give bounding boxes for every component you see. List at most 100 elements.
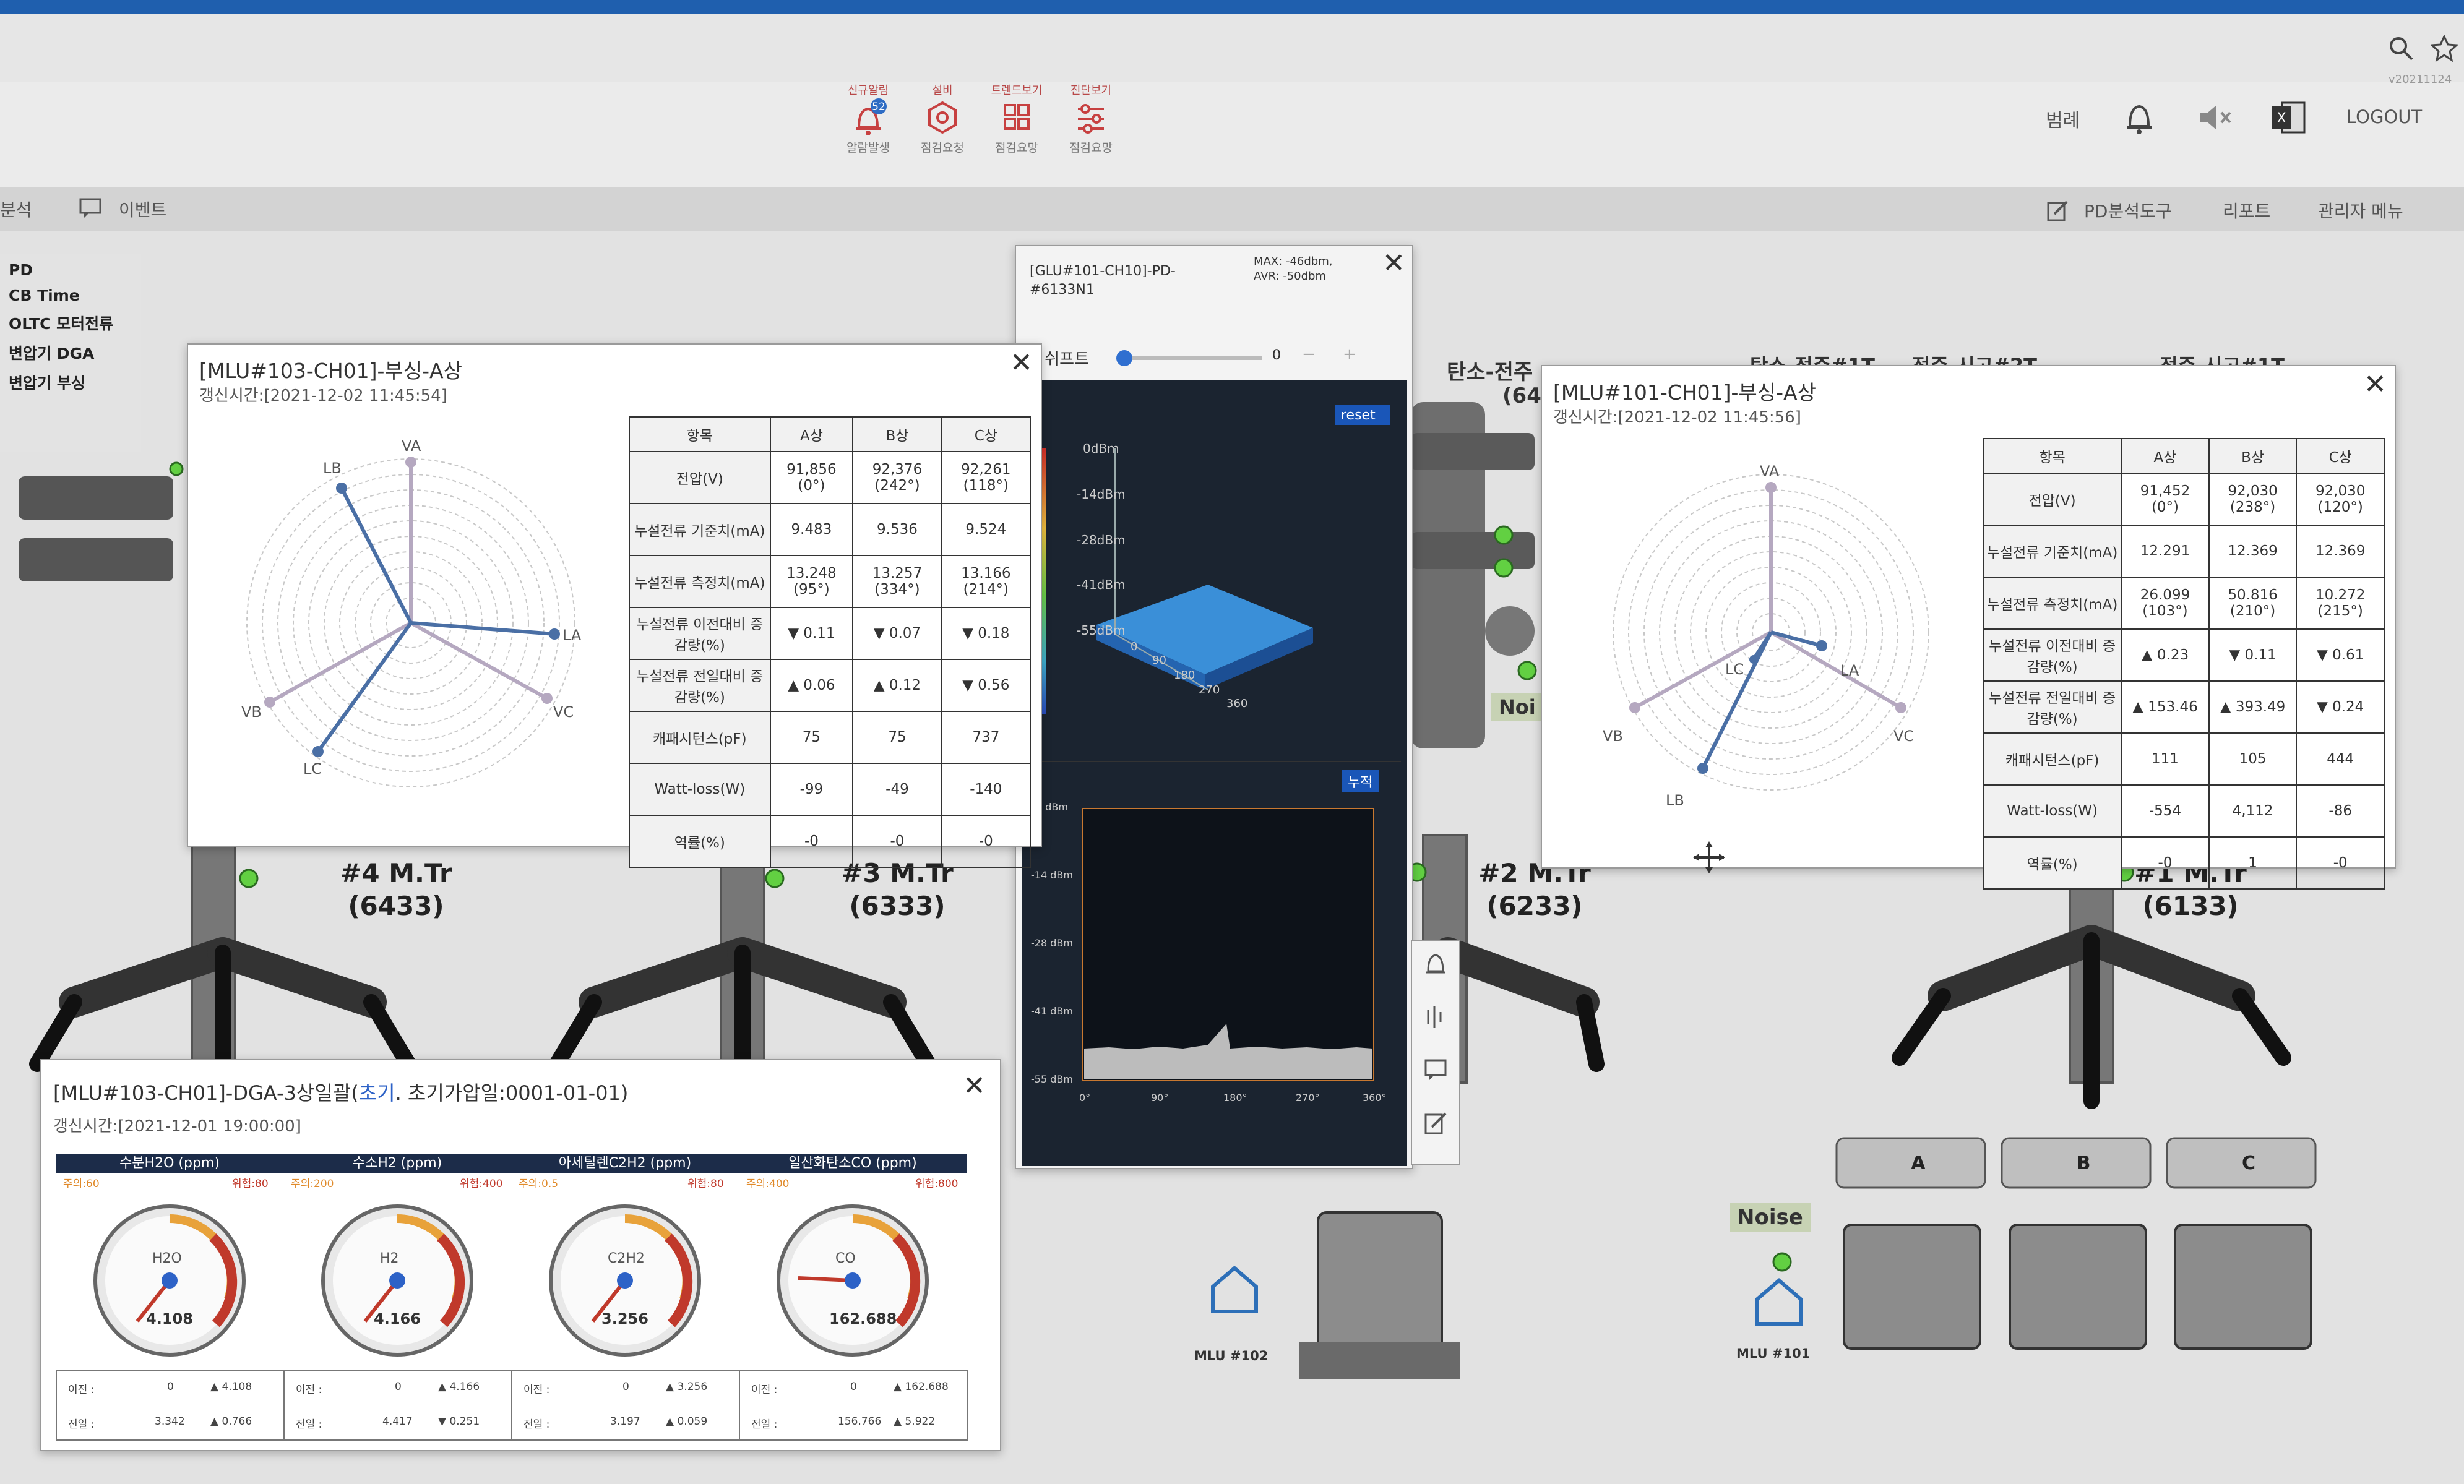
table-header: B상	[852, 416, 942, 452]
phase-b-value: ▲ 393.49	[2208, 680, 2298, 734]
gauge-danger: 위험:800	[915, 1178, 958, 1190]
phase-shift-plus-button[interactable]: +	[1343, 345, 1356, 364]
toolbar-caption: 신규알림	[847, 84, 889, 97]
table-row: 누설전류 측정치(mA) 13.248 (95°) 13.257 (334°) 13.…	[629, 555, 1032, 608]
zoom-icon[interactable]	[2387, 35, 2414, 62]
dga-close-button[interactable]: ✕	[963, 1073, 986, 1100]
phase-c-value: 92,030 (120°)	[2296, 473, 2385, 526]
row-label: 누설전류 측정치(mA)	[629, 555, 771, 608]
transformer-code: (6233)	[1486, 890, 1583, 921]
phasor-polar-chart	[246, 457, 575, 787]
polar-label-lc: LC	[1725, 661, 1744, 678]
excel-icon[interactable]: X	[2270, 99, 2308, 136]
logout-button[interactable]: LOGOUT	[2346, 106, 2422, 127]
gauge-dial	[93, 1204, 246, 1357]
notification-bell-icon[interactable]	[2121, 99, 2157, 136]
toolbar-facility[interactable]: 설비 점검요청	[905, 82, 980, 155]
pd-max-label: MAX: -46dbm,	[1254, 255, 1333, 268]
star-icon[interactable]	[2431, 35, 2458, 62]
gauge-dial	[321, 1204, 473, 1357]
table-row: 누설전류 전일대비 증감량(%) ▲ 0.06 ▲ 0.12 ▼ 0.56	[629, 659, 1032, 712]
nav-event[interactable]: 이벤트	[119, 197, 166, 221]
phase-box-b-label: B	[2076, 1152, 2091, 1174]
gauge-label: H2O	[152, 1251, 182, 1266]
phase-c-value: 13.166 (214°)	[941, 555, 1032, 608]
edit-icon	[2047, 200, 2068, 221]
signal-icon[interactable]	[1423, 1003, 1448, 1031]
bushing-data-table: 항목 A상 B상 C상 전압(V) 91,856 (0°) 92,376 (242°) 92,…	[629, 416, 1032, 868]
nav-pd-tool[interactable]: PD분석도구	[2084, 198, 2172, 223]
phase-b-value: 13.257 (334°)	[852, 555, 942, 608]
table-row: 역률(%) -0 1 -0	[1982, 836, 2385, 890]
pd-phase-tick: 180	[1174, 669, 1195, 682]
carbon-label: 탄소-전주	[1447, 360, 1533, 385]
table-header: 항목	[1982, 438, 2122, 474]
panel-close-button[interactable]: ✕	[1010, 350, 1033, 377]
phase-c-value: -0	[2296, 836, 2385, 890]
phase-shift-minus-button[interactable]: −	[1302, 345, 1316, 364]
pd-2d-chart	[1082, 808, 1374, 1081]
window-top-bar	[0, 0, 2464, 14]
panel-close-button[interactable]: ✕	[2364, 371, 2387, 398]
toolbar-trend[interactable]: 트렌드보기 점검요망	[980, 82, 1054, 155]
gauge-warn: 주의:200	[291, 1178, 334, 1190]
pd-panel-close-button[interactable]: ✕	[1382, 250, 1405, 277]
transformer-code: (6133)	[2142, 890, 2239, 921]
table-header: B상	[2208, 438, 2298, 474]
phase-a-value: 91,452 (0°)	[2121, 473, 2210, 526]
phase-b-value: 75	[852, 711, 942, 764]
polar-label-vb: VB	[241, 703, 262, 721]
phase-b-value: -0	[852, 815, 942, 868]
dga-update-time: 갱신시간:[2021-12-01 19:00:00]	[53, 1117, 301, 1136]
nav-analysis[interactable]: 분석	[0, 197, 32, 221]
row-label: 캐패시턴스(pF)	[629, 711, 771, 764]
mute-icon[interactable]	[2197, 101, 2234, 134]
phase-a-value: -99	[769, 763, 854, 816]
gauge-label: C2H2	[608, 1251, 645, 1266]
pd-2d-xtick: 270°	[1296, 1092, 1320, 1104]
comment-icon[interactable]	[1423, 1057, 1448, 1084]
phase-b-value: ▼ 0.07	[852, 607, 942, 660]
toolbar-sub: 점검요망	[995, 141, 1038, 155]
gauge-value: 162.688	[829, 1310, 897, 1327]
phase-shift-track	[1121, 356, 1262, 360]
polar-label-vc: VC	[1893, 727, 1915, 745]
nav-report[interactable]: 리포트	[2223, 198, 2270, 223]
polar-label-lb: LB	[323, 460, 342, 477]
phase-a-value: ▲ 0.06	[769, 659, 854, 712]
move-cursor-icon	[1693, 841, 1725, 873]
table-header: A상	[2121, 438, 2210, 474]
row-label: 전압(V)	[1982, 473, 2122, 526]
pd-phase-tick: 270	[1199, 684, 1220, 697]
toolbar-new-alarm[interactable]: 신규알림 52 알람발생	[831, 82, 905, 155]
phase-c-value: -0	[941, 815, 1032, 868]
legend-link[interactable]: 범례	[2046, 105, 2080, 132]
gauge-title: 아세틸렌C2H2 (ppm)	[511, 1154, 739, 1173]
row-label: 누설전류 기준치(mA)	[629, 503, 771, 556]
transformer-code: (6433)	[348, 890, 444, 921]
edit-icon[interactable]	[1423, 1110, 1448, 1137]
phase-a-value: 13.248 (95°)	[769, 555, 854, 608]
chat-icon	[79, 198, 101, 218]
pd-reset-button[interactable]: reset	[1341, 408, 1376, 423]
phase-b-value: 92,030 (238°)	[2208, 473, 2298, 526]
toolbar-sub: 알람발생	[846, 141, 890, 155]
pd-avr-label: AVR: -50dbm	[1254, 270, 1326, 283]
bell-icon[interactable]	[1423, 951, 1448, 979]
toolbar-diagnosis[interactable]: 진단보기 점검요망	[1054, 82, 1128, 155]
alarm-badge: 52	[872, 101, 885, 113]
gauge-value: 4.108	[146, 1310, 193, 1327]
nav-admin[interactable]: 관리자 메뉴	[2318, 198, 2403, 223]
phase-a-value: -0	[769, 815, 854, 868]
phase-c-value: ▼ 0.18	[941, 607, 1032, 660]
phase-c-value: 12.369	[2296, 525, 2385, 578]
sliders-icon	[1078, 104, 1104, 134]
version-label: v20211124	[2389, 73, 2452, 86]
sub-navigation: 분석 이벤트 PD분석도구 리포트 관리자 메뉴	[0, 187, 2464, 232]
phase-shift-slider[interactable]	[1116, 350, 1132, 366]
bushing-panel-mlu101: [MLU#101-CH01]-부싱-A상 갱신시간:[2021-12-02 11…	[1541, 365, 2396, 890]
gauge-history-box	[56, 1370, 285, 1441]
gauge-warn: 주의:60	[63, 1178, 100, 1190]
row-label: 역률(%)	[629, 815, 771, 868]
polar-label-la: LA	[1840, 662, 1859, 679]
